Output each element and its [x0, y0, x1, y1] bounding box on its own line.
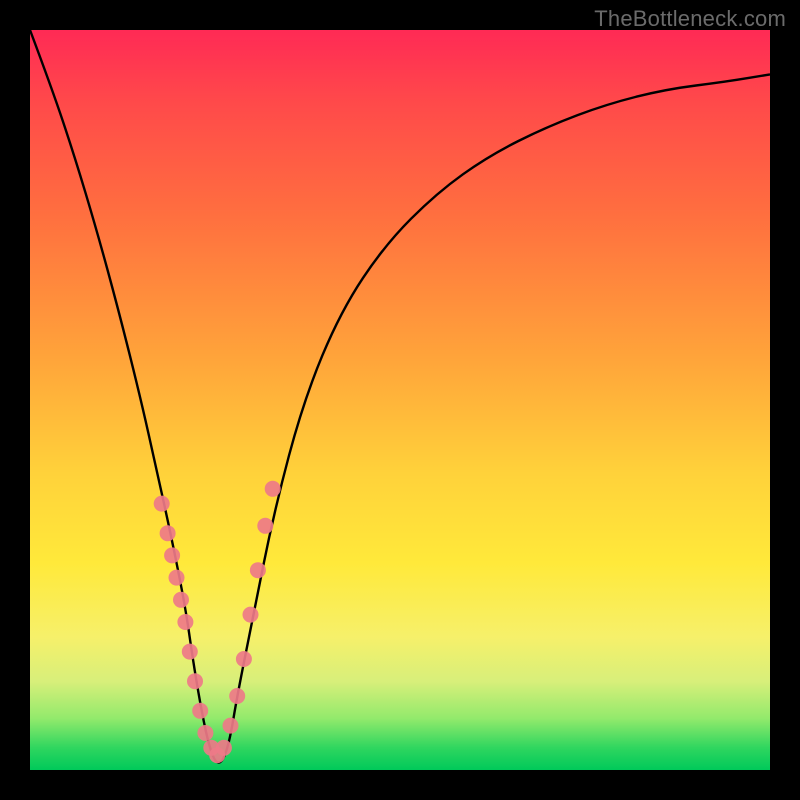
highlight-marker — [154, 496, 170, 512]
highlight-markers-group — [154, 481, 281, 763]
highlight-marker — [182, 644, 198, 660]
highlight-marker — [229, 688, 245, 704]
highlight-marker — [265, 481, 281, 497]
highlight-marker — [197, 725, 213, 741]
curve-group — [30, 30, 770, 763]
highlight-marker — [169, 570, 185, 586]
watermark-text: TheBottleneck.com — [594, 6, 786, 32]
highlight-marker — [187, 673, 203, 689]
highlight-marker — [177, 614, 193, 630]
highlight-marker — [236, 651, 252, 667]
bottleneck-curve-svg — [30, 30, 770, 770]
highlight-marker — [160, 525, 176, 541]
bottleneck-curve-path — [30, 30, 770, 763]
highlight-marker — [243, 607, 259, 623]
chart-area — [30, 30, 770, 770]
highlight-marker — [173, 592, 189, 608]
highlight-marker — [223, 718, 239, 734]
highlight-marker — [164, 547, 180, 563]
highlight-marker — [250, 562, 266, 578]
highlight-marker — [257, 518, 273, 534]
highlight-marker — [192, 703, 208, 719]
highlight-marker — [216, 740, 232, 756]
